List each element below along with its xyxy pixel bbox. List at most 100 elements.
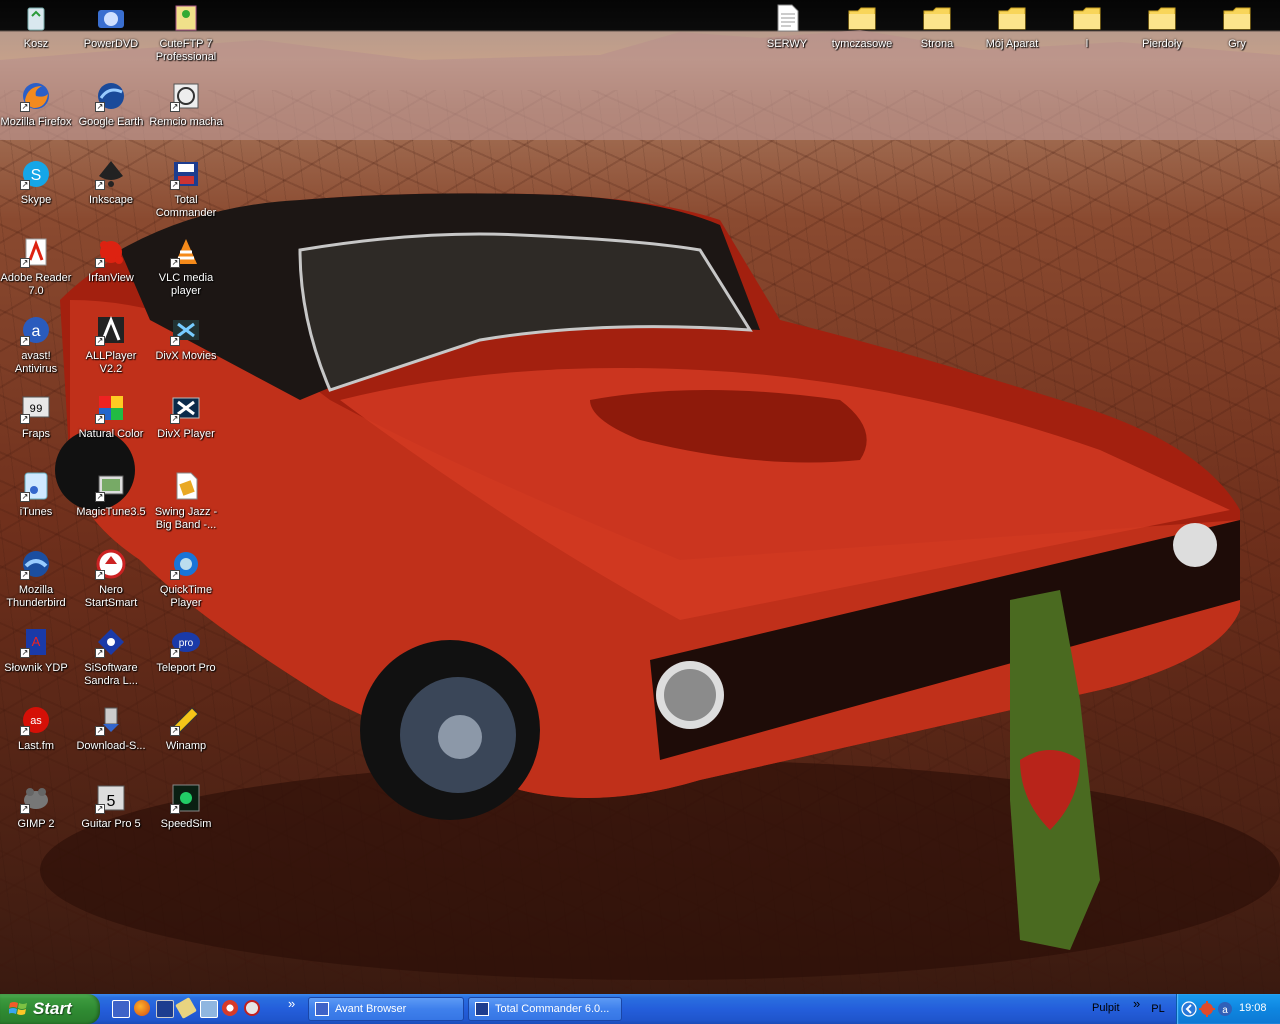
powerdvd-icon bbox=[95, 2, 127, 34]
windows-logo-icon bbox=[9, 1002, 27, 1015]
shortcut-arrow-icon: ↗ bbox=[95, 726, 105, 736]
desktop-icon[interactable]: ↗ Mozilla Thunderbird bbox=[0, 546, 74, 618]
desktop-icon[interactable]: SERWY bbox=[749, 0, 825, 72]
save-icon[interactable] bbox=[156, 1000, 174, 1018]
avast-icon: a ↗ bbox=[20, 314, 52, 346]
shortcut-arrow-icon: ↗ bbox=[95, 336, 105, 346]
desktop-icon[interactable]: Pierdoły bbox=[1124, 0, 1200, 72]
desktop-icon[interactable]: ↗ Inkscape bbox=[73, 156, 149, 228]
desktop-icon-label: VLC media player bbox=[158, 272, 214, 297]
desktop-icon-label: Swing Jazz - Big Band -... bbox=[154, 506, 218, 531]
desktop-icon[interactable]: ↗ Nero StartSmart bbox=[73, 546, 149, 618]
desktop-icon[interactable]: l bbox=[1049, 0, 1125, 72]
shortcut-arrow-icon: ↗ bbox=[95, 492, 105, 502]
desktop-icon-label: Fraps bbox=[21, 428, 51, 440]
folder-icon bbox=[996, 2, 1028, 34]
desktop-toolbar-label[interactable]: Pulpit bbox=[1092, 1002, 1120, 1014]
desktop-icon[interactable]: Gry bbox=[1199, 0, 1275, 72]
desktop-icon[interactable]: ↗ VLC media player bbox=[148, 234, 224, 306]
desktop-icon[interactable]: ↗ Mozilla Firefox bbox=[0, 78, 74, 150]
desktop-icon-label: ALLPlayer V2.2 bbox=[85, 350, 137, 375]
quick-launch-more[interactable]: » bbox=[288, 996, 295, 1011]
show-desktop-icon[interactable] bbox=[200, 1000, 218, 1018]
desktop-icon[interactable]: S ↗ Skype bbox=[0, 156, 74, 228]
task-avant-browser[interactable]: Avant Browser bbox=[308, 997, 464, 1021]
desktop-icon[interactable]: ↗ MagicTune3.5 bbox=[73, 468, 149, 540]
desktop-icon[interactable]: ↗ iTunes bbox=[0, 468, 74, 540]
desktop-icon[interactable]: Mój Aparat bbox=[974, 0, 1050, 72]
desktop-icon[interactable]: ↗ GIMP 2 bbox=[0, 780, 74, 852]
extra-launch-icon[interactable] bbox=[244, 1000, 260, 1016]
total-commander-icon bbox=[475, 1002, 489, 1016]
svg-text:pro: pro bbox=[179, 638, 194, 649]
desktop-icon[interactable]: Swing Jazz - Big Band -... bbox=[148, 468, 224, 540]
desktop-icon-label: Last.fm bbox=[17, 740, 55, 752]
opera-icon[interactable] bbox=[222, 1000, 238, 1016]
desktop-icon[interactable]: as ↗ Last.fm bbox=[0, 702, 74, 774]
thunderbird-icon: ↗ bbox=[20, 548, 52, 580]
desktop-icon[interactable]: ↗ Google Earth bbox=[73, 78, 149, 150]
desktop-icon-label: Mozilla Firefox bbox=[0, 116, 72, 128]
desktop-icon-label: SERWY bbox=[766, 38, 808, 50]
desktop-icon-label: Remcio macha bbox=[149, 116, 223, 128]
desktop-icon[interactable]: PowerDVD bbox=[73, 0, 149, 72]
desktop-icon-label: Google Earth bbox=[78, 116, 144, 128]
shortcut-arrow-icon: ↗ bbox=[170, 726, 180, 736]
desktop-icon-label: Adobe Reader 7.0 bbox=[0, 272, 72, 297]
shortcut-arrow-icon: ↗ bbox=[20, 102, 30, 112]
start-button[interactable]: Start bbox=[0, 994, 100, 1024]
lastfm-icon: as ↗ bbox=[20, 704, 52, 736]
shortcut-arrow-icon: ↗ bbox=[95, 102, 105, 112]
sisoftware-icon: ↗ bbox=[95, 626, 127, 658]
desktop-icon[interactable]: ↗ Download-S... bbox=[73, 702, 149, 774]
desktop-icon[interactable]: Strona bbox=[899, 0, 975, 72]
language-indicator[interactable]: PL bbox=[1146, 1000, 1170, 1018]
svg-text:99: 99 bbox=[29, 404, 42, 416]
desktop-icon[interactable]: 99 ↗ Fraps bbox=[0, 390, 74, 462]
desktop-icon[interactable]: A ↗ Słownik YDP bbox=[0, 624, 74, 696]
desktop-icon[interactable]: Kosz bbox=[0, 0, 74, 72]
desktop-icon-label: Teleport Pro bbox=[156, 662, 216, 674]
toolbar-more[interactable]: » bbox=[1133, 996, 1140, 1011]
clock[interactable]: 19:08 bbox=[1239, 1002, 1267, 1014]
desktop-icon[interactable]: ↗ Natural Color bbox=[73, 390, 149, 462]
shortcut-arrow-icon: ↗ bbox=[95, 180, 105, 190]
cuteftp-icon[interactable] bbox=[175, 997, 197, 1019]
google-earth-icon: ↗ bbox=[95, 80, 127, 112]
desktop-icon[interactable]: ↗ Adobe Reader 7.0 bbox=[0, 234, 74, 306]
desktop-icon[interactable]: a ↗ avast! Antivirus bbox=[0, 312, 74, 384]
desktop-icon-label: Mój Aparat bbox=[985, 38, 1039, 50]
desktop-icon[interactable]: pro ↗ Teleport Pro bbox=[148, 624, 224, 696]
desktop-icon[interactable]: ↗ IrfanView bbox=[73, 234, 149, 306]
shortcut-arrow-icon: ↗ bbox=[20, 414, 30, 424]
desktop-icon[interactable]: ↗ Winamp bbox=[148, 702, 224, 774]
shortcut-arrow-icon: ↗ bbox=[20, 648, 30, 658]
task-total-commander[interactable]: Total Commander 6.0... bbox=[468, 997, 622, 1021]
shortcut-arrow-icon: ↗ bbox=[170, 102, 180, 112]
desktop-icon-label: SpeedSim bbox=[160, 818, 212, 830]
desktop-icon-label: tymczasowe bbox=[831, 38, 893, 50]
desktop-icon[interactable]: ↗ SpeedSim bbox=[148, 780, 224, 852]
vlc-icon: ↗ bbox=[170, 236, 202, 268]
desktop-icon[interactable]: ↗ QuickTime Player bbox=[148, 546, 224, 618]
desktop-icon[interactable]: CuteFTP 7 Professional bbox=[148, 0, 224, 72]
network-icon[interactable] bbox=[1199, 1001, 1215, 1017]
firefox-icon[interactable] bbox=[134, 1000, 150, 1016]
desktop-icon[interactable]: ↗ Total Commander bbox=[148, 156, 224, 228]
recycle-bin-icon bbox=[20, 2, 52, 34]
tray-collapse-icon[interactable] bbox=[1181, 1001, 1197, 1017]
desktop-icon[interactable]: ↗ DivX Movies bbox=[148, 312, 224, 384]
desktop-icon-label: GIMP 2 bbox=[17, 818, 55, 830]
shortcut-arrow-icon: ↗ bbox=[95, 648, 105, 658]
desktop-icon[interactable]: tymczasowe bbox=[824, 0, 900, 72]
avast-tray-icon[interactable]: a bbox=[1217, 1001, 1233, 1017]
avant-browser-icon[interactable] bbox=[112, 1000, 130, 1018]
desktop-icon[interactable]: ↗ DivX Player bbox=[148, 390, 224, 462]
desktop-icon[interactable]: ↗ ALLPlayer V2.2 bbox=[73, 312, 149, 384]
shortcut-arrow-icon: ↗ bbox=[170, 414, 180, 424]
folder-icon bbox=[1221, 2, 1253, 34]
desktop-icon[interactable]: ↗ Remcio macha bbox=[148, 78, 224, 150]
desktop-icon[interactable]: 5 ↗ Guitar Pro 5 bbox=[73, 780, 149, 852]
winamp-icon: ↗ bbox=[170, 704, 202, 736]
desktop-icon[interactable]: ↗ SiSoftware Sandra L... bbox=[73, 624, 149, 696]
